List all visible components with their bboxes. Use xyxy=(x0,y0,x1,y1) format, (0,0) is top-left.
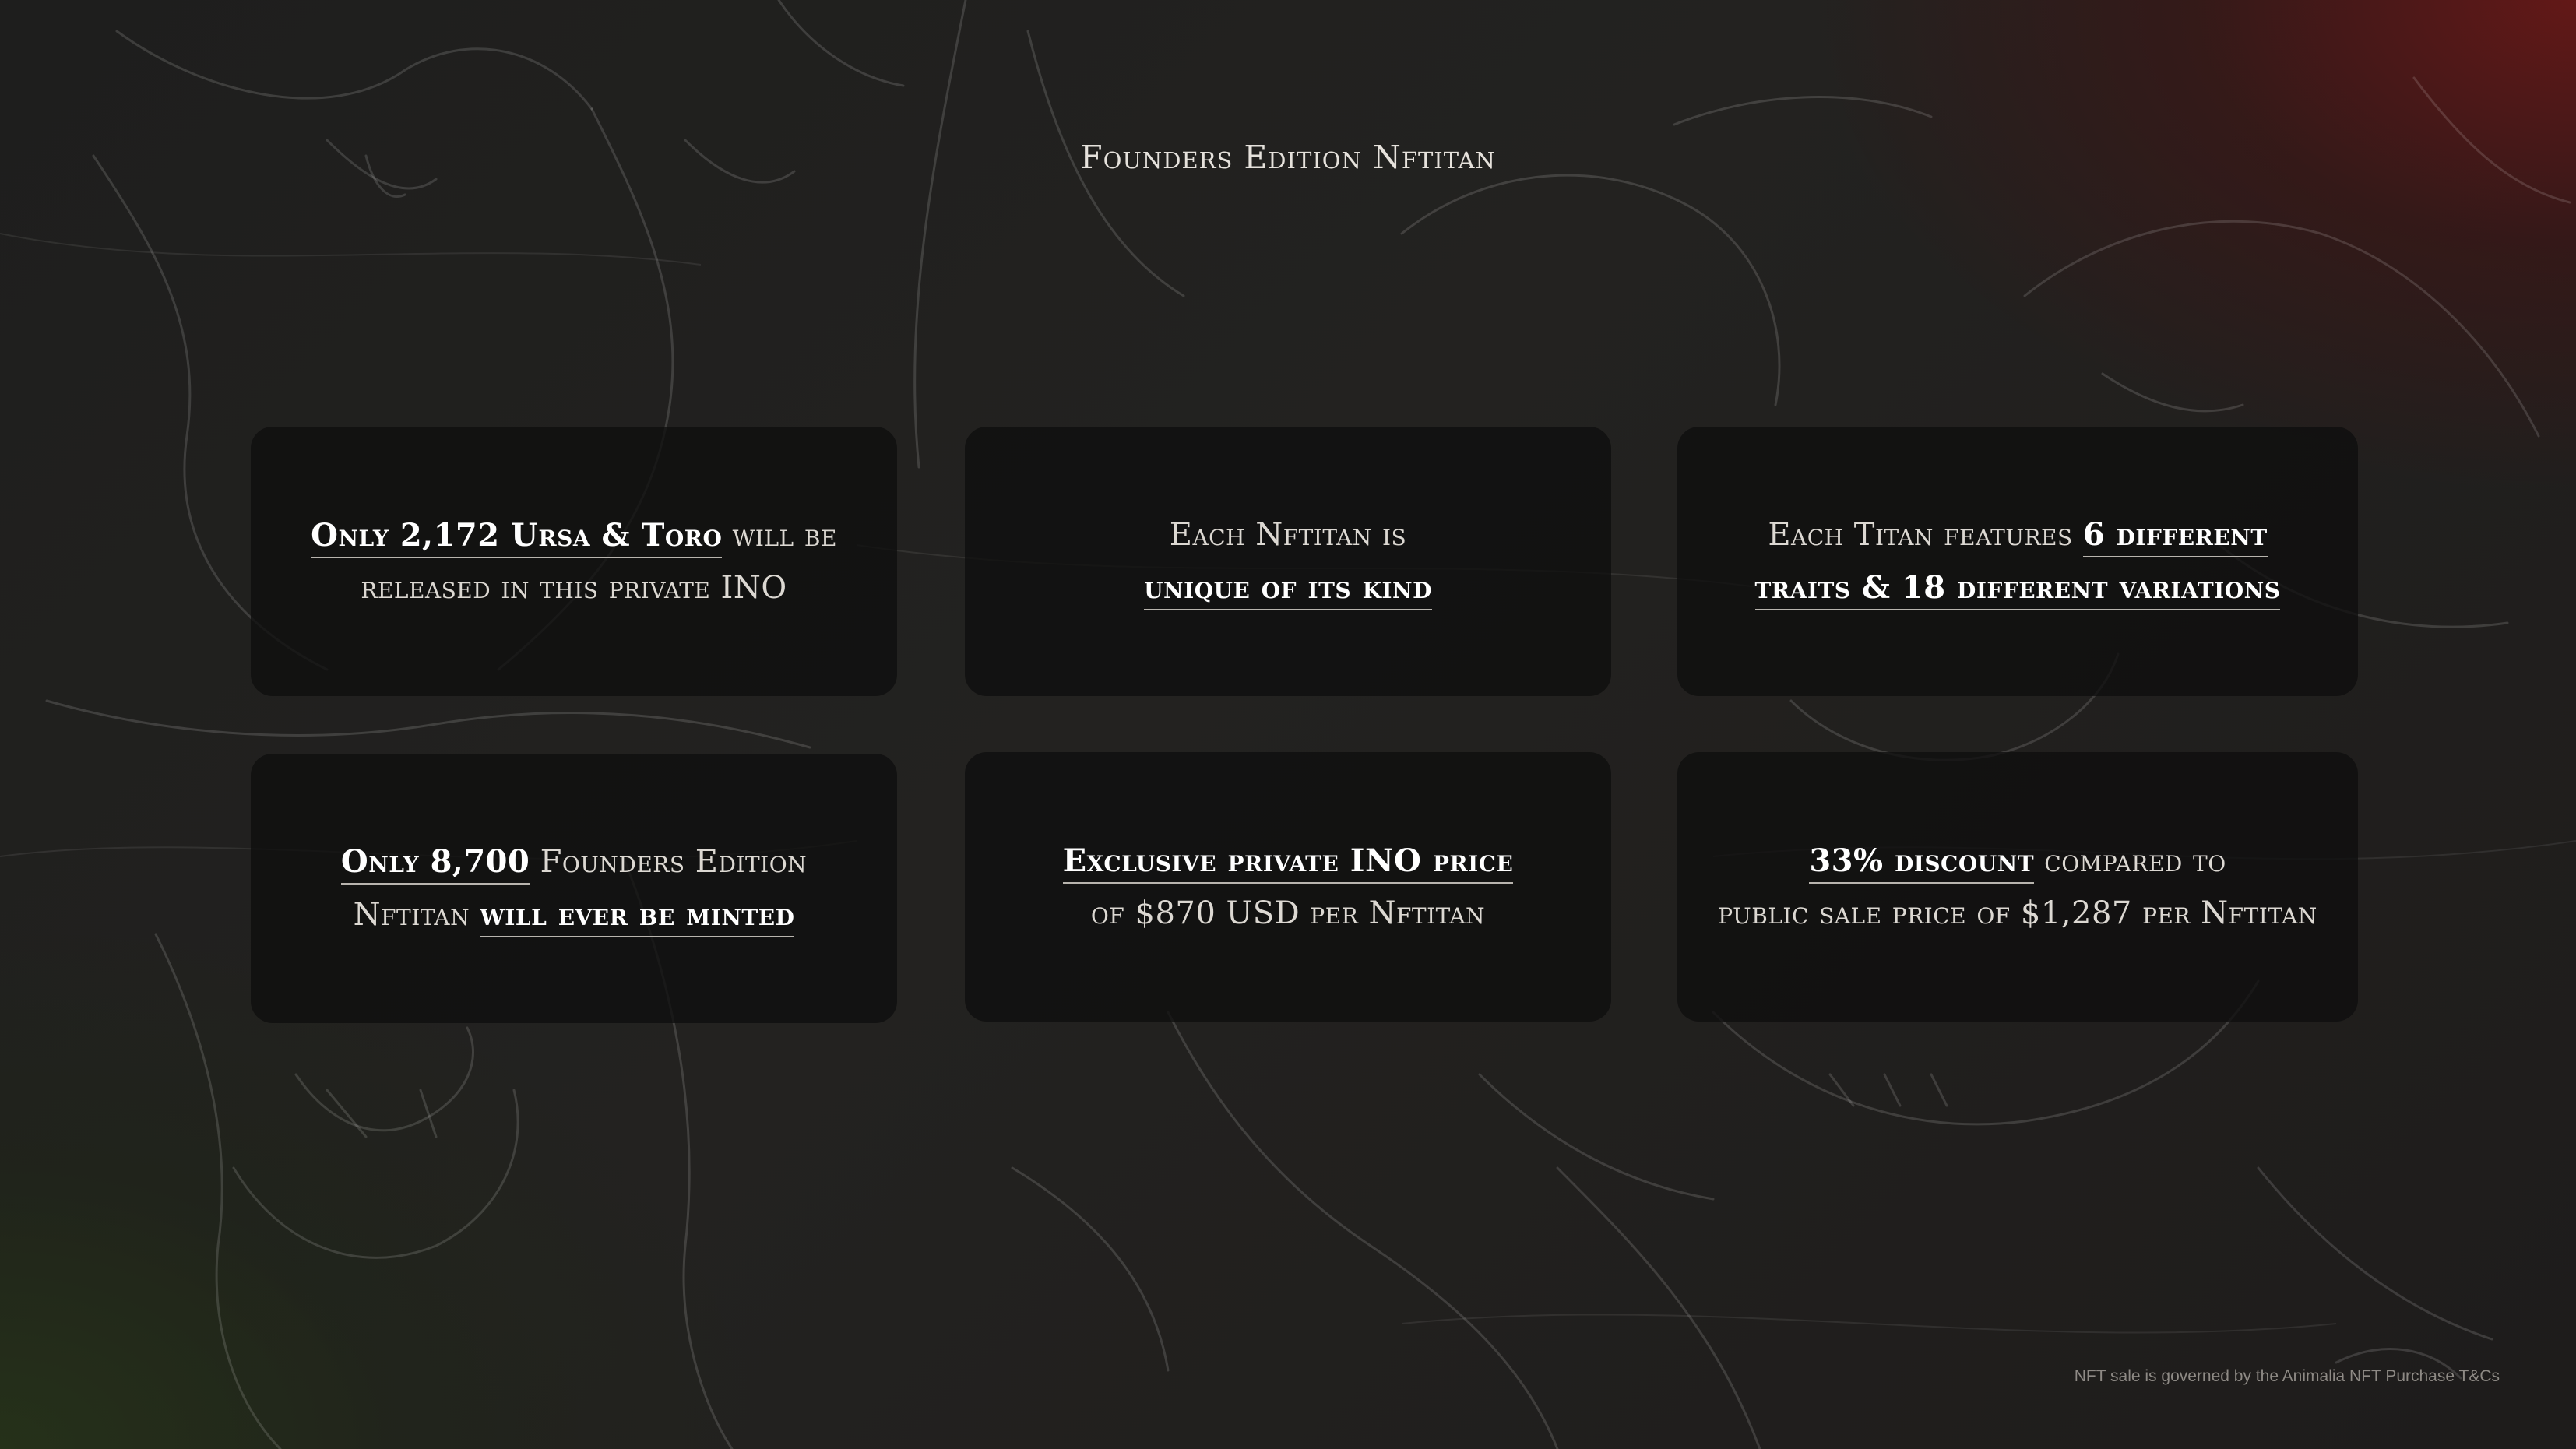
feature-card-price: Exclusive private INO price of $870 USD … xyxy=(965,752,1611,1022)
card-text-segment: Each Titan features xyxy=(1768,517,2083,553)
card-highlight: Exclusive private INO price xyxy=(1062,842,1514,884)
card-highlight: Only 2,172 Ursa & Toro xyxy=(311,516,723,558)
card-text-segment: public sale price of $1,287 per Nftitan xyxy=(1718,895,2317,931)
feature-card-discount: 33% discount compared to public sale pri… xyxy=(1677,752,2358,1022)
card-text-segment: compared to xyxy=(2034,842,2226,879)
feature-card-supply: Only 2,172 Ursa & Toro will be released … xyxy=(251,427,897,696)
card-text-segment: Nftitan xyxy=(353,897,480,933)
feature-card-unique: Each Nftitan is unique of its kind xyxy=(965,427,1611,696)
card-text-segment: Founders Edition xyxy=(530,844,808,880)
card-text: Only 2,172 Ursa & Toro will be released … xyxy=(311,509,837,614)
card-text: Only 8,700 Founders Edition Nftitan will… xyxy=(340,835,808,941)
card-text: Exclusive private INO price of $870 USD … xyxy=(1062,835,1514,940)
card-text: Each Titan features 6 different traits &… xyxy=(1754,508,2281,614)
card-text-segment: released in this private INO xyxy=(361,569,787,606)
card-highlight: Only 8,700 xyxy=(340,843,530,885)
background-sketch-art xyxy=(0,0,2576,1449)
card-text: Each Nftitan is unique of its kind xyxy=(1144,509,1432,614)
feature-card-mint-cap: Only 8,700 Founders Edition Nftitan will… xyxy=(251,754,897,1023)
card-highlight: 33% discount xyxy=(1809,842,2035,884)
card-highlight: unique of its kind xyxy=(1144,568,1432,610)
card-text-segment: of $870 USD per Nftitan xyxy=(1090,895,1486,931)
page-title: Founders Edition Nftitan xyxy=(1080,139,1496,176)
card-highlight: 6 different xyxy=(2082,516,2268,557)
card-text: 33% discount compared to public sale pri… xyxy=(1718,835,2317,940)
feature-card-traits: Each Titan features 6 different traits &… xyxy=(1677,427,2358,696)
card-highlight: traits & 18 different variations xyxy=(1754,569,2281,610)
card-text-segment: Each Nftitan is xyxy=(1169,516,1407,553)
card-highlight: will ever be minted xyxy=(480,896,795,937)
terms-footnote: NFT sale is governed by the Animalia NFT… xyxy=(2074,1367,2500,1385)
card-text-segment: will be xyxy=(722,517,837,554)
